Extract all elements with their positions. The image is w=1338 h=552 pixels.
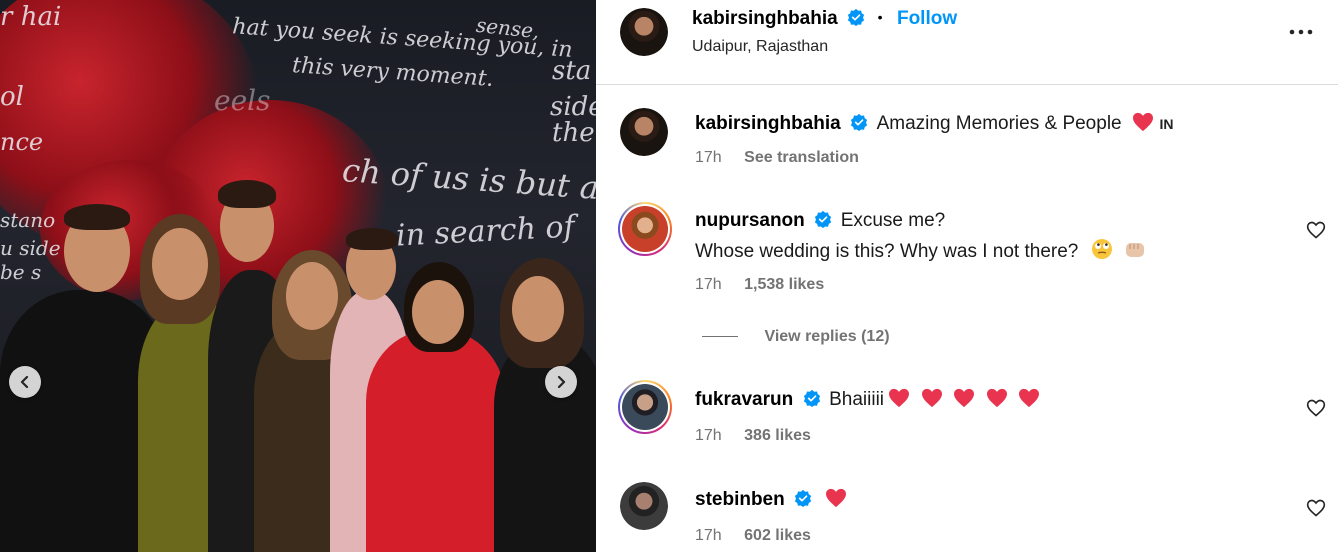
- person-figure: [366, 330, 506, 552]
- post-location[interactable]: Udaipur, Rajasthan: [692, 38, 828, 56]
- wall-text: in search of: [395, 209, 576, 254]
- verified-badge-icon: [851, 113, 868, 131]
- wall-text: nce: [0, 128, 44, 156]
- wall-text: this very moment.: [291, 52, 495, 93]
- comment-likes-count[interactable]: 386 likes: [744, 427, 811, 444]
- commenter-avatar[interactable]: [618, 380, 672, 434]
- heart-emoji-icon: [921, 388, 942, 408]
- comment-item: stebinben 17h 602 likes: [596, 478, 1338, 552]
- comment-username[interactable]: stebinben: [695, 489, 785, 510]
- comment-item: nupursanon Excuse me? Whose wedding is t…: [596, 200, 1338, 350]
- post-header: kabirsinghbahia • Follow Udaipur, Rajast…: [596, 0, 1338, 85]
- carousel-next-button[interactable]: [545, 366, 577, 398]
- replies-divider-line: [702, 336, 738, 338]
- header-separator: •: [877, 9, 883, 25]
- wall-text: r hai: [0, 2, 62, 32]
- comment-timestamp[interactable]: 17h: [695, 427, 722, 444]
- person-face: [286, 262, 338, 330]
- wall-text: u side: [0, 236, 61, 260]
- eye-roll-emoji-icon: [1091, 239, 1112, 259]
- comment-likes-count[interactable]: 602 likes: [744, 527, 811, 544]
- comment-username[interactable]: fukravarun: [695, 389, 793, 410]
- like-comment-heart-icon[interactable]: [1306, 398, 1326, 418]
- caption-text: Amazing Memories & People: [876, 113, 1122, 134]
- like-comment-heart-icon[interactable]: [1306, 498, 1326, 518]
- comment-text: Whose wedding is this? Why was I not the…: [695, 241, 1079, 262]
- chevron-right-icon: [557, 375, 566, 389]
- comment-username[interactable]: nupursanon: [695, 210, 805, 231]
- heart-emoji-icon: [954, 388, 975, 408]
- comment-text: Bhaiiiii: [829, 389, 885, 410]
- heart-emoji-icon: [1133, 112, 1154, 132]
- person-hair: [218, 180, 276, 208]
- more-options-icon: [1289, 29, 1313, 35]
- verified-badge-icon: [795, 489, 812, 507]
- author-avatar[interactable]: [620, 8, 668, 56]
- caption-timestamp[interactable]: 17h: [695, 149, 722, 166]
- post-photo[interactable]: r hai hat you seek is seeking you, in th…: [0, 0, 596, 552]
- wall-text: sta: [552, 56, 592, 86]
- post-caption: kabirsinghbahia Amazing Memories & Peopl…: [596, 106, 1338, 176]
- see-translation-button[interactable]: See translation: [744, 149, 859, 166]
- comment-timestamp[interactable]: 17h: [695, 276, 722, 293]
- chevron-left-icon: [20, 375, 29, 389]
- fist-emoji-icon: [1126, 243, 1145, 257]
- follow-button[interactable]: Follow: [897, 8, 957, 29]
- flag-emoji: IN: [1159, 116, 1174, 132]
- view-replies-button[interactable]: View replies (12): [702, 328, 890, 346]
- more-options-button[interactable]: [1286, 22, 1316, 42]
- comment-item: fukravarun Bhaiiiii 17h 386 likes: [596, 378, 1338, 458]
- verified-badge-icon: [803, 389, 820, 407]
- person-face: [412, 280, 464, 344]
- person-face: [512, 276, 564, 342]
- heart-emoji-icon: [889, 388, 910, 408]
- author-username[interactable]: kabirsinghbahia: [692, 8, 838, 29]
- wall-text: the: [552, 118, 595, 148]
- person-figure: [494, 336, 596, 552]
- person-hair: [64, 204, 130, 230]
- comment-likes-count[interactable]: 1,538 likes: [744, 276, 824, 293]
- wall-text: stano: [0, 208, 56, 232]
- verified-badge-icon: [848, 8, 865, 26]
- author-avatar[interactable]: [620, 108, 668, 156]
- view-replies-label: View replies (12): [764, 328, 890, 345]
- wall-text: eels: [214, 84, 271, 117]
- verified-badge-icon: [815, 210, 832, 228]
- commenter-avatar[interactable]: [620, 482, 668, 530]
- heart-emoji-icon: [986, 388, 1007, 408]
- comment-timestamp[interactable]: 17h: [695, 527, 722, 544]
- wall-text: be s: [0, 260, 42, 284]
- person-hair: [346, 228, 398, 250]
- heart-emoji-icon: [1019, 388, 1040, 408]
- post-details-panel: kabirsinghbahia • Follow Udaipur, Rajast…: [596, 0, 1338, 552]
- comment-text: Excuse me?: [840, 210, 946, 231]
- carousel-prev-button[interactable]: [9, 366, 41, 398]
- heart-emoji-icon: [825, 488, 846, 508]
- caption-username[interactable]: kabirsinghbahia: [695, 113, 841, 134]
- commenter-avatar[interactable]: [618, 202, 672, 256]
- like-comment-heart-icon[interactable]: [1306, 220, 1326, 240]
- person-face: [152, 228, 208, 300]
- wall-text: ol: [0, 82, 24, 112]
